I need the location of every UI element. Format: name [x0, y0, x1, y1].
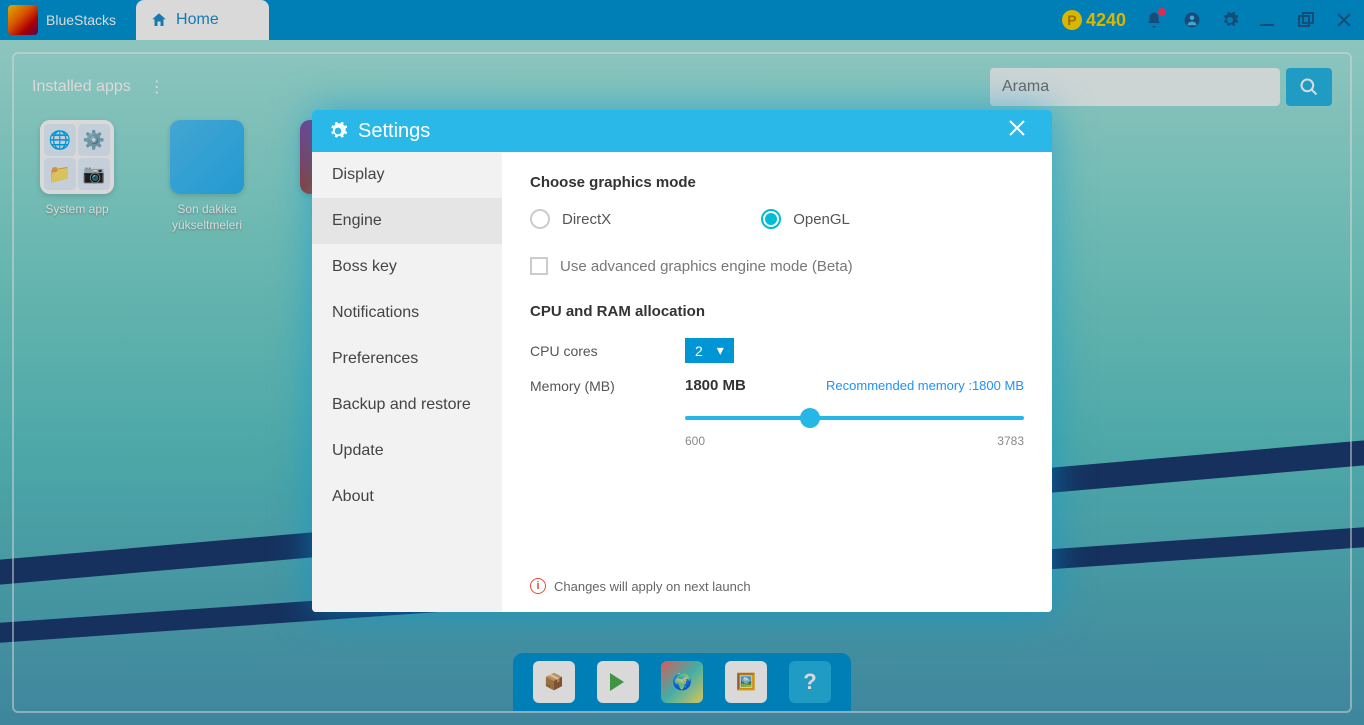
slider-labels: 600 3783 [685, 434, 1024, 448]
sidebar-item-update[interactable]: Update [312, 428, 502, 474]
sidebar-item-about[interactable]: About [312, 474, 502, 520]
memory-label: Memory (MB) [530, 378, 685, 394]
advanced-checkbox[interactable]: Use advanced graphics engine mode (Beta) [530, 257, 1024, 275]
footer-note: Changes will apply on next launch [554, 579, 751, 594]
memory-recommended: Recommended memory :1800 MB [826, 378, 1024, 393]
close-icon [1008, 119, 1026, 137]
settings-panel: Choose graphics mode DirectX OpenGL Use … [502, 152, 1052, 612]
memory-value: 1800 MB [685, 377, 746, 394]
slider-min: 600 [685, 434, 705, 448]
memory-slider[interactable] [685, 408, 1024, 428]
checkbox-label: Use advanced graphics engine mode (Beta) [560, 258, 853, 275]
close-button[interactable] [1008, 119, 1036, 143]
dialog-body: Display Engine Boss key Notifications Pr… [312, 152, 1052, 612]
graphics-radio-group: DirectX OpenGL [530, 209, 1024, 229]
radio-directx[interactable]: DirectX [530, 209, 611, 229]
dialog-header: Settings [312, 110, 1052, 152]
radio-icon [761, 209, 781, 229]
sidebar-item-engine[interactable]: Engine [312, 198, 502, 244]
dialog-title: Settings [358, 120, 430, 143]
slider-max: 3783 [997, 434, 1024, 448]
alloc-title: CPU and RAM allocation [530, 303, 1024, 320]
dialog-footer: i Changes will apply on next launch [530, 578, 751, 594]
checkbox-icon [530, 257, 548, 275]
radio-label: OpenGL [793, 211, 850, 228]
info-icon: i [530, 578, 546, 594]
sidebar-item-bosskey[interactable]: Boss key [312, 244, 502, 290]
settings-sidebar: Display Engine Boss key Notifications Pr… [312, 152, 502, 612]
memory-row: Memory (MB) 1800 MB Recommended memory :… [530, 377, 1024, 394]
slider-thumb[interactable] [800, 408, 820, 428]
graphics-title: Choose graphics mode [530, 174, 1024, 191]
cpu-label: CPU cores [530, 343, 685, 359]
slider-track [685, 416, 1024, 420]
modal-overlay: Settings Display Engine Boss key Notific… [0, 0, 1364, 725]
gear-icon [328, 121, 348, 141]
sidebar-item-display[interactable]: Display [312, 152, 502, 198]
radio-label: DirectX [562, 211, 611, 228]
cpu-row: CPU cores 2 ▾ [530, 338, 1024, 363]
radio-icon [530, 209, 550, 229]
settings-dialog: Settings Display Engine Boss key Notific… [312, 110, 1052, 612]
chevron-down-icon: ▾ [717, 342, 724, 359]
radio-opengl[interactable]: OpenGL [761, 209, 850, 229]
sidebar-item-preferences[interactable]: Preferences [312, 336, 502, 382]
cpu-value: 2 [695, 343, 703, 359]
sidebar-item-notifications[interactable]: Notifications [312, 290, 502, 336]
cpu-dropdown[interactable]: 2 ▾ [685, 338, 734, 363]
sidebar-item-backup[interactable]: Backup and restore [312, 382, 502, 428]
